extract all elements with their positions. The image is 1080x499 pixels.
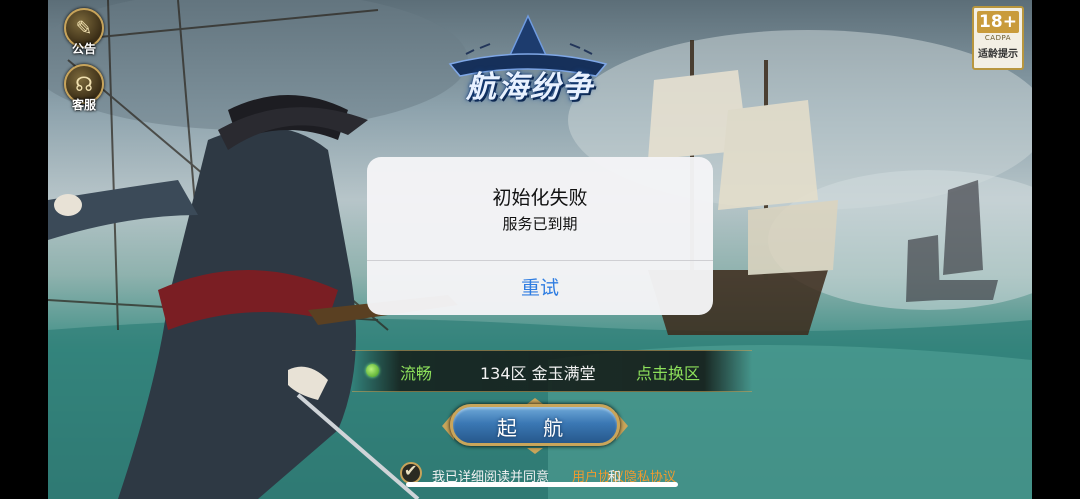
home-indicator[interactable] (406, 482, 678, 487)
logo-title: 航海纷争 (466, 70, 594, 105)
letterbox-right (1032, 0, 1080, 499)
set-sail-label: 起 航 (496, 416, 574, 440)
alert-message: 服务已到期 (502, 215, 578, 233)
game-logo: 航海纷争 (420, 14, 636, 105)
customer-service-label: 客服 (71, 98, 96, 112)
checkmark-icon: ✔ (404, 461, 418, 480)
age-rating-org: CADPA (984, 34, 1012, 42)
server-status-dot-icon (366, 364, 379, 377)
server-status: 流畅 (400, 364, 433, 383)
age-rating-number: 18+ (977, 11, 1019, 33)
age-rating-label: 适龄提示 (978, 49, 1018, 60)
server-name: 134区 金玉满堂 (480, 364, 596, 383)
agreement-checkbox[interactable]: ✔ (400, 461, 422, 484)
switch-server-link[interactable]: 点击换区 (636, 360, 700, 384)
retry-button[interactable]: 重试 (367, 261, 713, 315)
alert-title: 初始化失败 (492, 187, 588, 209)
notice-label: 公告 (71, 42, 96, 56)
age-rating-badge[interactable]: 18+ CADPA 适龄提示 (972, 6, 1024, 70)
customer-service-button[interactable]: ☊ 客服 (63, 64, 105, 116)
notice-button[interactable]: ✎ 公告 (63, 8, 105, 60)
game-login-screen: ✎ 公告 ☊ 客服 18+ CADPA 适龄提示 航海纷争 流畅 134区 金玉… (0, 0, 1080, 499)
set-sail-button[interactable]: 起 航 (438, 398, 632, 454)
server-selector: 流畅 134区 金玉满堂 点击换区 (352, 350, 752, 392)
letterbox-left (0, 0, 48, 499)
error-alert-dialog: 初始化失败 服务已到期 重试 (367, 157, 713, 315)
